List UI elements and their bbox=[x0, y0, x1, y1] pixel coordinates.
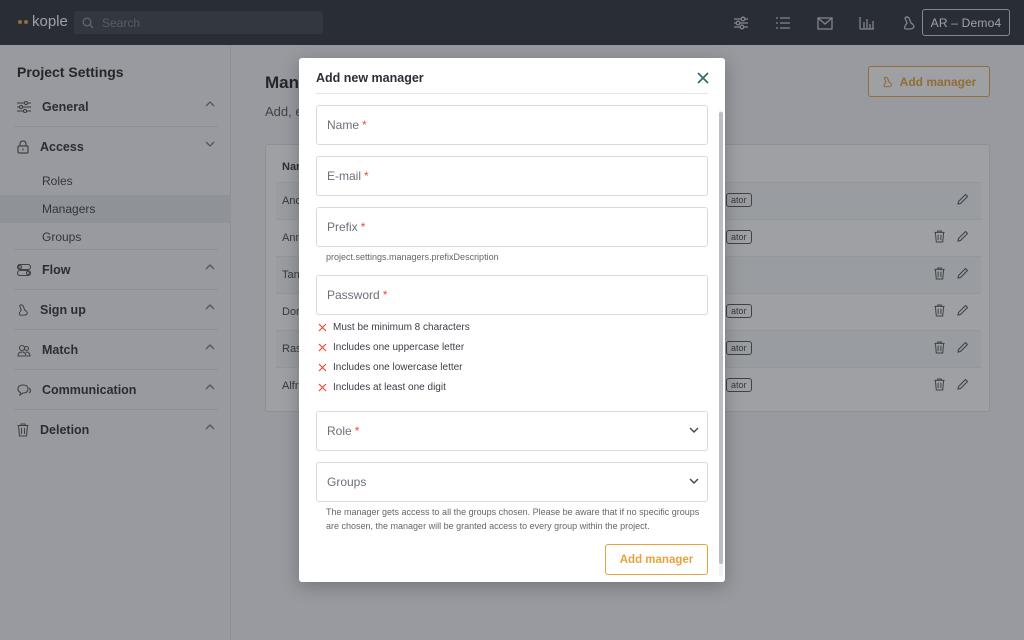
dialog-title: Add new manager bbox=[316, 71, 424, 85]
add-manager-submit-button[interactable]: Add manager bbox=[605, 544, 708, 575]
add-manager-dialog: Add new manager Name * E-mail * Prefix * pr… bbox=[299, 58, 725, 582]
name-field[interactable]: Name * bbox=[316, 105, 708, 145]
x-mark-icon bbox=[318, 323, 327, 332]
prefix-helper-text: project.settings.managers.prefixDescript… bbox=[326, 252, 499, 262]
password-field[interactable]: Password * bbox=[316, 275, 708, 315]
field-label: Role bbox=[327, 424, 352, 438]
required-marker: * bbox=[354, 424, 360, 438]
password-rule: Includes one uppercase letter bbox=[318, 342, 464, 353]
password-rule: Includes one lowercase letter bbox=[318, 362, 463, 373]
field-label: Name bbox=[327, 118, 360, 132]
field-label: Groups bbox=[327, 475, 367, 489]
prefix-field[interactable]: Prefix * bbox=[316, 207, 708, 247]
x-mark-icon bbox=[318, 363, 327, 372]
password-rule: Includes at least one digit bbox=[318, 382, 446, 393]
chevron-down-icon bbox=[689, 478, 699, 484]
groups-select[interactable]: Groups bbox=[316, 462, 708, 502]
close-icon[interactable] bbox=[695, 70, 711, 86]
required-marker: * bbox=[360, 220, 366, 234]
password-rule: Must be minimum 8 characters bbox=[318, 322, 470, 333]
rule-text: Includes one uppercase letter bbox=[333, 342, 465, 353]
scrollbar-thumb[interactable] bbox=[719, 112, 723, 564]
required-marker: * bbox=[382, 288, 388, 302]
required-marker: * bbox=[364, 169, 369, 183]
required-marker: * bbox=[362, 118, 367, 132]
field-label: Prefix bbox=[327, 220, 358, 234]
email-field[interactable]: E-mail * bbox=[316, 156, 708, 196]
chevron-down-icon bbox=[689, 427, 699, 433]
divider bbox=[316, 93, 708, 94]
field-label: E-mail bbox=[327, 169, 362, 183]
field-label: Password bbox=[327, 288, 380, 302]
rule-text: Includes at least one digit bbox=[333, 382, 446, 393]
groups-helper-text: The manager gets access to all the group… bbox=[326, 507, 700, 531]
rule-text: Must be minimum 8 characters bbox=[333, 322, 470, 333]
x-mark-icon bbox=[318, 383, 327, 392]
role-select[interactable]: Role * bbox=[316, 411, 708, 451]
x-mark-icon bbox=[318, 343, 327, 352]
rule-text: Includes one lowercase letter bbox=[333, 362, 463, 373]
